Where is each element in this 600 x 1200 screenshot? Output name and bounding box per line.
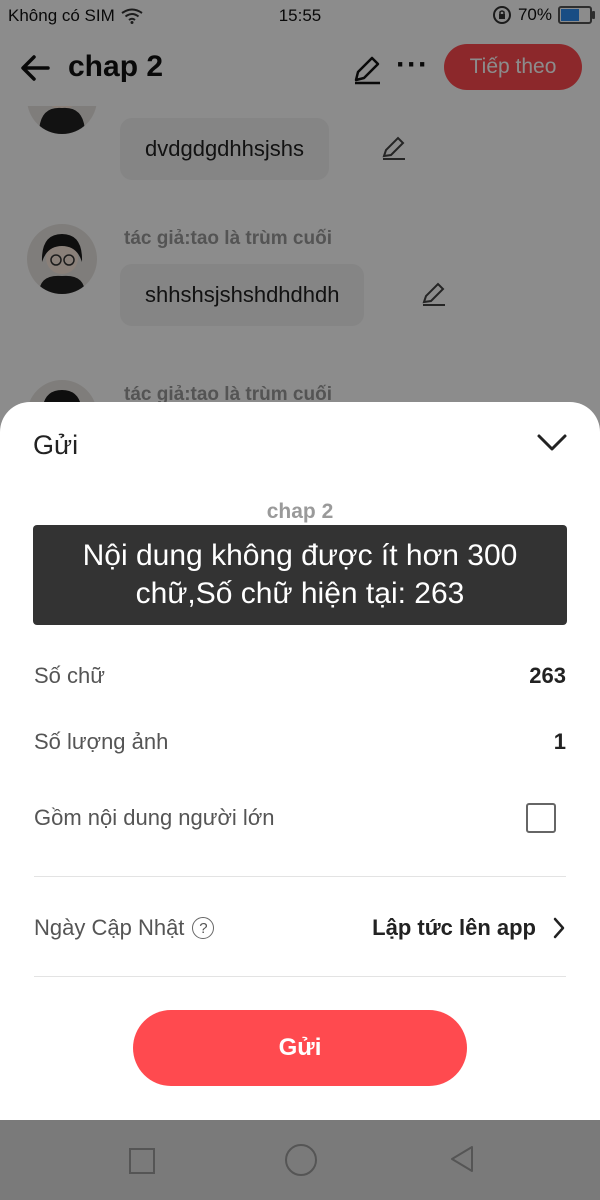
update-date-row[interactable]: Ngày Cập Nhật ? Lập tức lên app: [34, 906, 566, 950]
adult-content-row: Gồm nội dung người lớn: [34, 798, 566, 838]
image-count-row: Số lượng ảnh 1: [34, 722, 566, 762]
update-date-value: Lập tức lên app: [372, 915, 536, 940]
update-date-value-group: Lập tức lên app: [372, 915, 566, 941]
send-button[interactable]: Gửi: [133, 1010, 467, 1086]
image-count-value: 1: [553, 729, 566, 754]
home-icon[interactable]: [285, 1144, 317, 1176]
update-date-label-group: Ngày Cập Nhật ?: [34, 915, 215, 941]
adult-content-checkbox[interactable]: [526, 803, 556, 833]
chevron-right-icon: [553, 917, 565, 939]
word-count-label: Số chữ: [34, 663, 105, 688]
word-count-row: Số chữ 263: [34, 656, 566, 696]
recent-apps-icon[interactable]: [129, 1148, 155, 1174]
divider: [34, 876, 566, 877]
toast-line-1: Nội dung không được ít hơn 300: [82, 539, 518, 572]
chevron-down-icon[interactable]: [534, 424, 570, 460]
help-icon[interactable]: ?: [192, 917, 215, 939]
update-date-label: Ngày Cập Nhật: [34, 915, 185, 940]
adult-content-label: Gồm nội dung người lớn: [34, 805, 275, 830]
toast-line-2: chữ,Số chữ hiện tại: 263: [135, 577, 465, 610]
nav-back-icon[interactable]: [448, 1144, 476, 1174]
toast-message: Nội dung không được ít hơn 300 chữ,Số ch…: [33, 525, 567, 625]
sheet-title: Gửi: [33, 430, 79, 460]
divider: [34, 976, 566, 977]
publish-bottom-sheet: Gửi chap 2 Số chữ 263 Số lượng ảnh 1 Gồm…: [0, 402, 600, 1120]
word-count-value: 263: [529, 663, 566, 688]
system-nav-bar: [0, 1120, 600, 1200]
image-count-label: Số lượng ảnh: [34, 729, 169, 754]
chapter-name: chap 2: [266, 500, 334, 523]
